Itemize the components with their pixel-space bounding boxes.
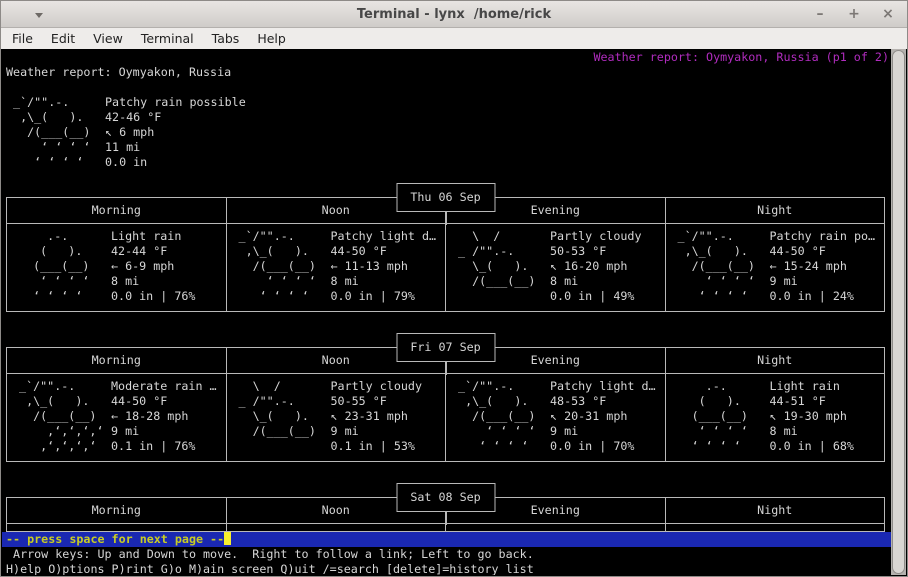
forecast-cell (666, 524, 885, 531)
column-header: Night (757, 353, 793, 367)
forecast-date-label: Fri 07 Sep (410, 340, 481, 354)
lynx-help-line-1: Arrow keys: Up and Down to move. Right t… (6, 547, 534, 561)
minimize-button[interactable]: – (813, 7, 827, 21)
forecast-cell: .-. ( ). (___(__) ‘ ‘ ‘ ‘ ‘ ‘ ‘ ‘ Light … (666, 374, 885, 461)
forecast-date: Fri 07 Sep (396, 333, 495, 362)
forecast-date: Sat 08 Sep (396, 483, 495, 512)
window-title: Terminal - lynx /home/rick (356, 6, 552, 22)
forecast-details: Partly cloudy 50-55 °F ↖ 23-31 mph 9 mi … (330, 379, 422, 453)
weather-art-icon: _`/"".-. ,\_( ). /(___(__) ‚‘‚‘‚‘‚‘ ‚‘‚‘… (19, 379, 104, 453)
table-border-stub (445, 362, 447, 375)
menu-help[interactable]: Help (248, 31, 295, 46)
close-button[interactable]: × (881, 7, 895, 21)
terminal-scrollbar[interactable] (891, 49, 906, 575)
terminal-window: Terminal - lynx /home/rick – + × File Ed… (0, 0, 908, 577)
forecast-date-label: Sat 08 Sep (410, 490, 481, 504)
forecast-cell: \ / _ /"".-. \_( ). /(___(__) Partly clo… (446, 224, 666, 311)
maximize-button[interactable]: + (847, 7, 861, 21)
forecast-details: Light rain 42-44 °F ← 6-9 mph 8 mi 0.0 i… (111, 229, 196, 303)
column-header: Morning (7, 348, 227, 373)
weather-art-icon: \ / _ /"".-. \_( ). /(___(__) (238, 379, 316, 438)
weather-art-icon: _`/"".-. ,\_( ). /(___(__) ‘ ‘ ‘ ‘ ‘ ‘ ‘… (238, 229, 316, 303)
forecast-days: Thu 06 Sep Morning Noon Evening Night .-. (… (6, 183, 885, 532)
forecast-details: Patchy rain po… 44-50 °F ← 15-24 mph 9 m… (769, 229, 876, 303)
column-header: Night (757, 503, 793, 517)
forecast-details: Patchy light d… 44-50 °F ← 11-13 mph 8 m… (330, 229, 437, 303)
weather-art-icon: .-. ( ). (___(__) ‘ ‘ ‘ ‘ ‘ ‘ ‘ ‘ (691, 379, 748, 453)
weather-art-icon: _`/"".-. ,\_( ). /(___(__) ‘ ‘ ‘ ‘ ‘ ‘ ‘… (13, 95, 91, 169)
forecast-day-table: Fri 07 Sep Morning Noon Evening Night _`/""… (6, 333, 885, 462)
lynx-status-bar: -- press space for next page -- (2, 532, 891, 547)
forecast-cell (7, 524, 227, 531)
weather-heading: Weather report: Oymyakon, Russia (6, 65, 232, 79)
forecast-details: Patchy light d… 48-53 °F ↖ 20-31 mph 9 m… (550, 379, 656, 453)
table-border-stub (445, 212, 447, 225)
menu-bar: File Edit View Terminal Tabs Help (1, 28, 907, 49)
table-border-stub (445, 512, 447, 525)
forecast-cell: _`/"".-. ,\_( ). /(___(__) ‚‘‚‘‚‘‚‘ ‚‘‚‘… (7, 374, 227, 461)
menu-view[interactable]: View (84, 31, 132, 46)
forecast-date-label: Thu 06 Sep (410, 190, 481, 204)
forecast-cell: _`/"".-. ,\_( ). /(___(__) ‘ ‘ ‘ ‘ ‘ ‘ ‘… (446, 374, 666, 461)
lynx-help-line-2: H)elp O)ptions P)rint G)o M)ain screen Q… (6, 562, 534, 575)
menu-file[interactable]: File (3, 31, 42, 46)
forecast-details: Light rain 44-51 °F ↖ 19-30 mph 8 mi 0.0… (769, 379, 854, 453)
weather-art-icon: .-. ( ). (___(__) ‘ ‘ ‘ ‘ ‘ ‘ ‘ ‘ (33, 229, 90, 303)
forecast-day-table: Sat 08 Sep Morning Noon Evening Night (6, 483, 885, 532)
terminal-screen[interactable]: Weather report: Oymyakon, Russia (p1 of … (2, 49, 891, 575)
forecast-cell: .-. ( ). (___(__) ‘ ‘ ‘ ‘ ‘ ‘ ‘ ‘ Light … (7, 224, 227, 311)
column-header: Night (757, 203, 793, 217)
forecast-cell: _`/"".-. ,\_( ). /(___(__) ‘ ‘ ‘ ‘ ‘ ‘ ‘… (227, 224, 446, 311)
weather-report: Weather report: Oymyakon, Russia _`/"".-… (6, 65, 885, 532)
menu-edit[interactable]: Edit (42, 31, 84, 46)
forecast-row: _`/"".-. ,\_( ). /(___(__) ‚‘‚‘‚‘‚‘ ‚‘‚‘… (7, 374, 884, 461)
current-details: Patchy rain possible 42-46 °F ↖ 6 mph 11… (105, 95, 246, 169)
terminal-cursor (224, 532, 232, 545)
forecast-cell: \ / _ /"".-. \_( ). /(___(__) Partly clo… (227, 374, 446, 461)
weather-art-icon: \ / _ /"".-. \_( ). /(___(__) (458, 229, 536, 288)
status-text: -- press space for next page -- (6, 532, 225, 546)
current-conditions: _`/"".-. ,\_( ). /(___(__) ‘ ‘ ‘ ‘ ‘ ‘ ‘… (6, 95, 885, 170)
menu-tabs[interactable]: Tabs (203, 31, 249, 46)
forecast-cell (227, 524, 446, 531)
forecast-details: Partly cloudy 50-53 °F ↖ 16-20 mph 8 mi … (550, 229, 642, 303)
window-titlebar[interactable]: Terminal - lynx /home/rick – + × (1, 1, 907, 28)
forecast-details: Moderate rain … 44-50 °F ← 18-28 mph 9 m… (111, 379, 217, 453)
window-controls: – + × (813, 1, 895, 27)
lynx-page-title: Weather report: Oymyakon, Russia (p1 of … (593, 50, 889, 64)
menu-terminal[interactable]: Terminal (132, 31, 203, 46)
forecast-row (7, 524, 884, 531)
forecast-date: Thu 06 Sep (396, 183, 495, 212)
column-header: Morning (7, 198, 227, 223)
forecast-cell: _`/"".-. ,\_( ). /(___(__) ‘ ‘ ‘ ‘ ‘ ‘ ‘… (666, 224, 885, 311)
scrollbar-thumb[interactable] (892, 50, 905, 574)
weather-art-icon: _`/"".-. ,\_( ). /(___(__) ‘ ‘ ‘ ‘ ‘ ‘ ‘… (677, 229, 755, 303)
forecast-cell (446, 524, 666, 531)
column-header: Morning (7, 498, 227, 523)
forecast-row: .-. ( ). (___(__) ‘ ‘ ‘ ‘ ‘ ‘ ‘ ‘ Light … (7, 224, 884, 311)
forecast-day-table: Thu 06 Sep Morning Noon Evening Night .-. (… (6, 183, 885, 312)
weather-art-icon: _`/"".-. ,\_( ). /(___(__) ‘ ‘ ‘ ‘ ‘ ‘ ‘… (458, 379, 536, 453)
